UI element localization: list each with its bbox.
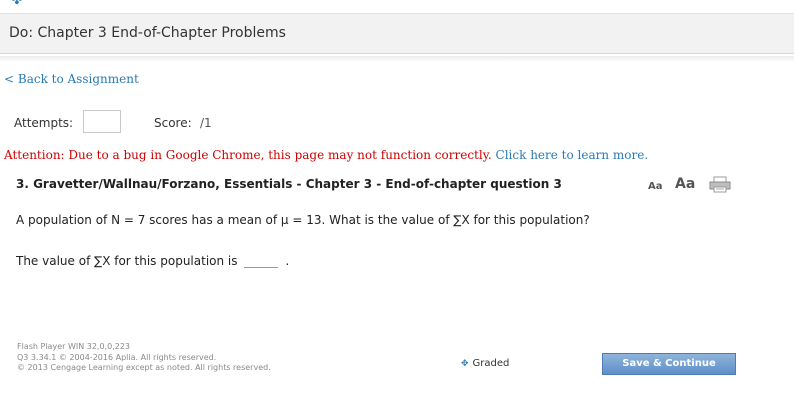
top-strip: ✤ (0, 0, 794, 14)
learn-more-link[interactable]: Click here to learn more. (496, 148, 649, 162)
title-bar: Do: Chapter 3 End-of-Chapter Problems (0, 14, 794, 54)
answer-suffix: . (285, 254, 290, 268)
score-value: /1 (200, 116, 212, 130)
back-to-assignment-link[interactable]: < Back to Assignment (4, 72, 139, 86)
font-size-small-button[interactable]: Aa (648, 181, 663, 192)
graded-label: Graded (472, 358, 510, 369)
page-title: Do: Chapter 3 End-of-Chapter Problems (9, 25, 286, 41)
answer-input[interactable] (243, 253, 278, 268)
save-and-continue-button[interactable]: Save & Continue (602, 353, 736, 375)
aplia-version: Q3 3.34.1 © 2004-2016 Aplia. All rights … (17, 352, 217, 362)
font-size-large-button[interactable]: Aa (675, 176, 695, 192)
copyright: © 2013 Cengage Learning except as noted.… (17, 363, 271, 372)
question-text: A population of N = 7 scores has a mean … (16, 213, 590, 227)
graded-indicator: ✥ Graded (461, 358, 509, 369)
attempts-field (83, 110, 121, 133)
graded-icon: ✥ (461, 359, 469, 369)
answer-line: The value of ∑X for this population is. (16, 253, 289, 268)
chrome-bug-notice: Attention: Due to a bug in Google Chrome… (4, 148, 648, 162)
attempts-label: Attempts: (14, 116, 74, 130)
print-icon[interactable] (709, 176, 731, 193)
answer-prefix: The value of ∑X for this population is (16, 254, 238, 268)
score-label: Score: (154, 116, 192, 130)
divider (0, 56, 794, 62)
flash-version: Flash Player WIN 32,0,0,223 (17, 342, 130, 351)
question-title: 3. Gravetter/Wallnau/Forzano, Essentials… (16, 177, 562, 191)
footer-info: Flash Player WIN 32,0,0,223 Q3 3.34.1 © … (17, 342, 271, 374)
app-logo-icon: ✤ (11, 0, 23, 8)
notice-warning-text: Attention: Due to a bug in Google Chrome… (4, 148, 492, 162)
